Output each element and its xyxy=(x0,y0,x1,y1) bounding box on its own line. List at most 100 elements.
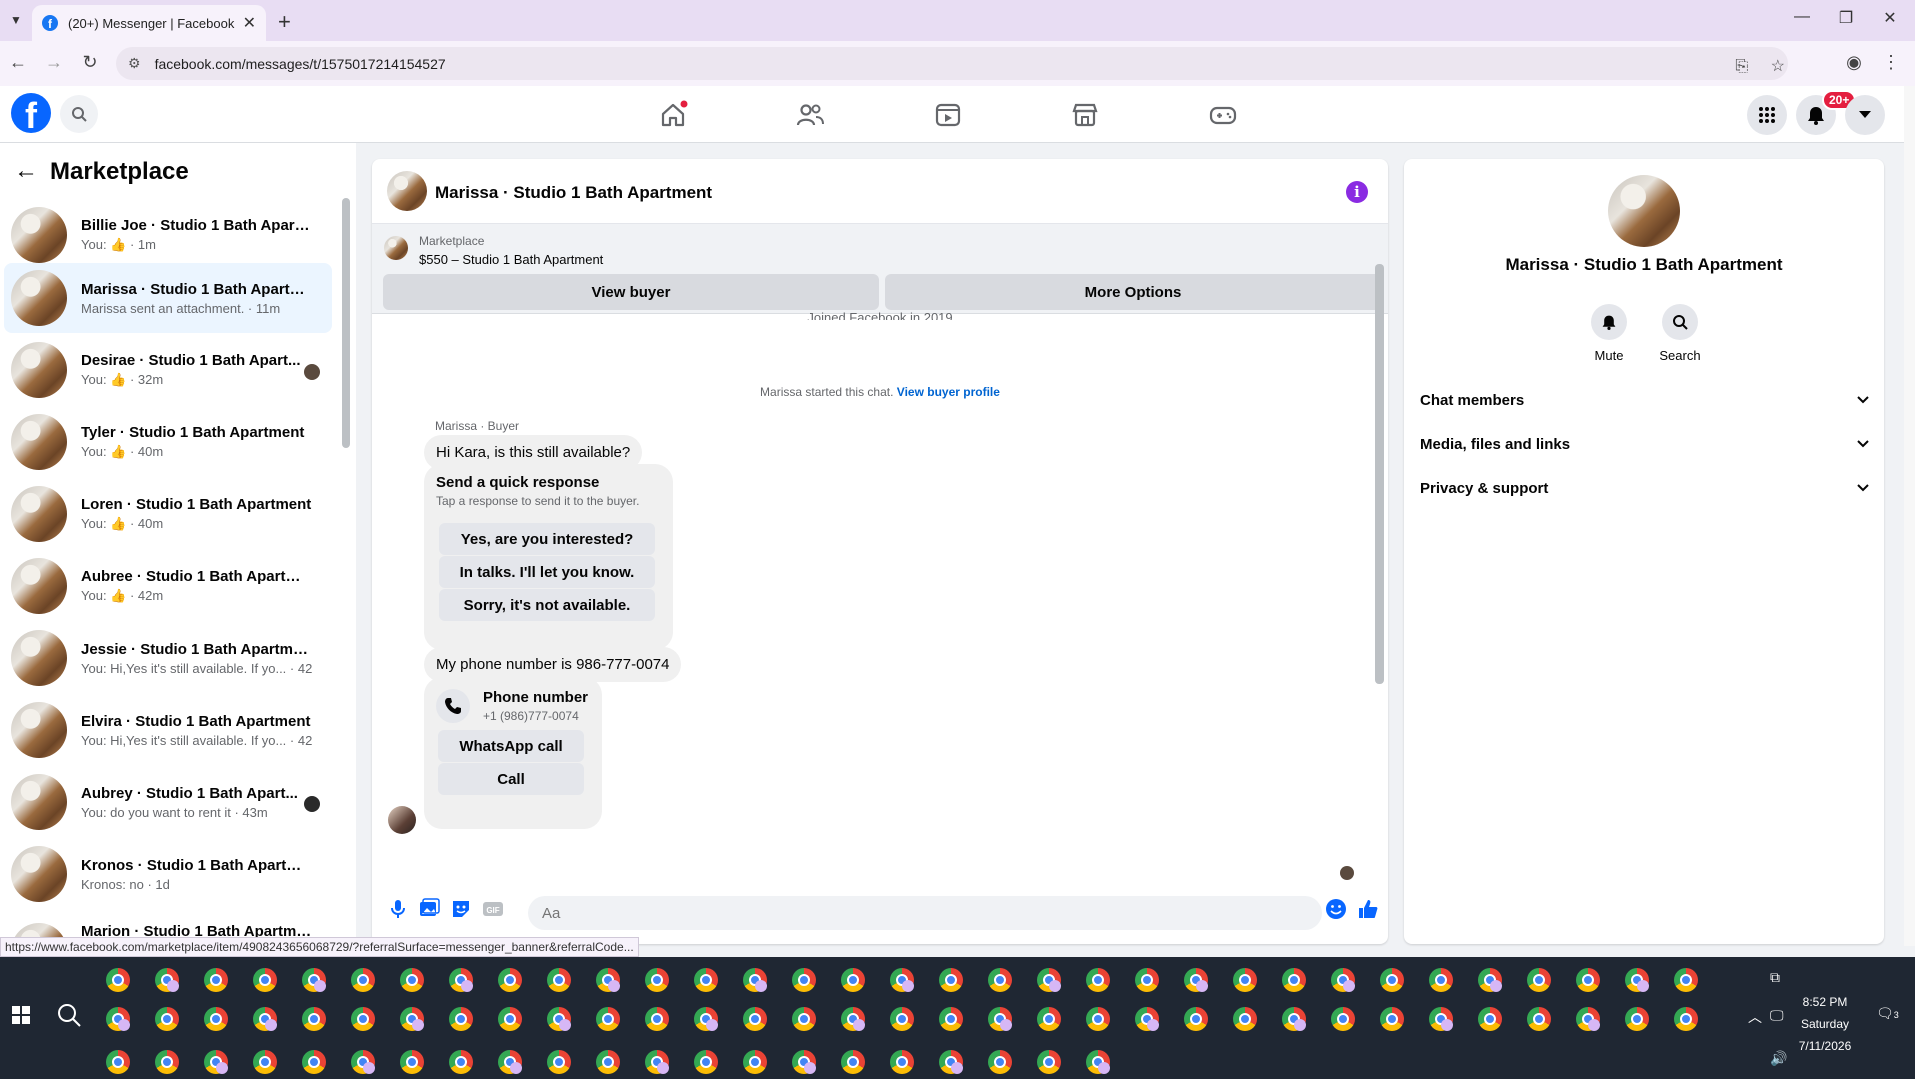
conversation-item-active[interactable]: Marissa · Studio 1 Bath Apartment Marissa… xyxy=(4,263,332,333)
taskbar-browser-icon[interactable] xyxy=(155,968,179,992)
taskbar-browser-icon[interactable] xyxy=(1527,1007,1551,1031)
taskbar-browser-icon[interactable] xyxy=(890,968,914,992)
info-icon[interactable]: i xyxy=(1346,181,1368,203)
banner-listing[interactable]: $550 – Studio 1 Bath Apartment xyxy=(419,252,603,267)
taskbar-browser-icon[interactable] xyxy=(253,1050,277,1074)
taskbar-browser-icon[interactable] xyxy=(1086,1007,1110,1031)
taskbar-browser-icon[interactable] xyxy=(1037,1050,1061,1074)
taskbar-browser-icon[interactable] xyxy=(106,968,130,992)
taskbar-browser-icon[interactable] xyxy=(302,1050,326,1074)
whatsapp-call-button[interactable]: WhatsApp call xyxy=(438,730,584,762)
call-button[interactable]: Call xyxy=(438,763,584,795)
gif-icon[interactable]: GIF xyxy=(482,898,504,920)
taskbar-browser-icon[interactable] xyxy=(400,1007,424,1031)
taskbar-browser-icon[interactable] xyxy=(743,1007,767,1031)
taskbar-browser-icon[interactable] xyxy=(1331,968,1355,992)
taskbar-browser-icon[interactable] xyxy=(547,1050,571,1074)
taskbar-browser-icon[interactable] xyxy=(1674,968,1698,992)
chat-avatar[interactable] xyxy=(387,171,427,211)
conversation-item[interactable]: Tyler · Studio 1 Bath Apartment You: 👍 · … xyxy=(4,407,332,477)
taskbar-browser-icon[interactable] xyxy=(302,968,326,992)
profile-icon[interactable]: ◉ xyxy=(1843,52,1865,73)
taskbar-browser-icon[interactable] xyxy=(351,1007,375,1031)
notification-center-icon[interactable]: 🗨3 xyxy=(1876,1005,1899,1022)
conversation-item[interactable]: Aubrey · Studio 1 Bath Apart... You: do y… xyxy=(4,767,332,837)
sticker-icon[interactable] xyxy=(450,898,472,920)
tray-chevron-icon[interactable]: ︿ xyxy=(1748,1007,1762,1027)
taskbar-browser-icon[interactable] xyxy=(449,968,473,992)
message-input[interactable] xyxy=(528,896,1322,930)
page-scrollbar[interactable] xyxy=(1904,86,1915,946)
taskbar-browser-icon[interactable] xyxy=(890,1050,914,1074)
search-conversation-button[interactable]: Search xyxy=(1645,304,1715,363)
taskbar-browser-icon[interactable] xyxy=(1331,1007,1355,1031)
taskbar-browser-icon[interactable] xyxy=(351,968,375,992)
tray-clock[interactable]: 8:52 PM Saturday 7/11/2026 xyxy=(1780,991,1870,1057)
taskbar-browser-icon[interactable] xyxy=(1037,1007,1061,1031)
taskbar-browser-icon[interactable] xyxy=(547,1007,571,1031)
taskbar-browser-icon[interactable] xyxy=(1135,968,1159,992)
taskbar-browser-icon[interactable] xyxy=(498,1050,522,1074)
taskbar-browser-icon[interactable] xyxy=(743,1050,767,1074)
home-tab[interactable] xyxy=(658,100,688,130)
taskbar-browser-icon[interactable] xyxy=(939,1007,963,1031)
windows-start-icon[interactable] xyxy=(12,1006,30,1024)
more-options-button[interactable]: More Options xyxy=(885,274,1381,310)
privacy-support-section[interactable]: Privacy & support xyxy=(1420,470,1870,506)
taskbar-browser-icon[interactable] xyxy=(155,1007,179,1031)
install-app-icon[interactable]: ⎘ xyxy=(1735,58,1748,75)
gaming-tab[interactable] xyxy=(1208,100,1238,130)
conversation-item[interactable]: Aubree · Studio 1 Bath Apartment You: 👍 ·… xyxy=(4,551,332,621)
video-tab[interactable] xyxy=(933,100,963,130)
taskbar-browser-icon[interactable] xyxy=(351,1050,375,1074)
view-buyer-button[interactable]: View buyer xyxy=(383,274,879,310)
taskbar-browser-icon[interactable] xyxy=(204,968,228,992)
taskbar-browser-icon[interactable] xyxy=(596,968,620,992)
conversation-item[interactable]: Jessie · Studio 1 Bath Apartment You: Hi,… xyxy=(4,623,332,693)
taskbar-browser-icon[interactable] xyxy=(988,1007,1012,1031)
taskbar-browser-icon[interactable] xyxy=(449,1007,473,1031)
taskbar-browser-icon[interactable] xyxy=(253,968,277,992)
media-files-section[interactable]: Media, files and links xyxy=(1420,426,1870,462)
taskbar-browser-icon[interactable] xyxy=(841,1007,865,1031)
taskbar-browser-icon[interactable] xyxy=(498,968,522,992)
conversation-item[interactable]: Elvira · Studio 1 Bath Apartment You: Hi,… xyxy=(4,695,332,765)
taskbar-browser-icon[interactable] xyxy=(1282,1007,1306,1031)
profile-photo[interactable] xyxy=(1608,175,1680,247)
taskbar-browser-icon[interactable] xyxy=(1674,1007,1698,1031)
facebook-logo[interactable]: f xyxy=(11,93,51,133)
taskbar-browser-icon[interactable] xyxy=(890,1007,914,1031)
friends-tab[interactable] xyxy=(795,100,825,130)
menu-button[interactable] xyxy=(1747,95,1787,135)
taskbar-browser-icon[interactable] xyxy=(792,1050,816,1074)
conversation-item[interactable]: Billie Joe · Studio 1 Bath Apartm... You:… xyxy=(4,200,332,270)
taskbar-browser-icon[interactable] xyxy=(449,1050,473,1074)
taskbar-browser-icon[interactable] xyxy=(939,968,963,992)
taskbar-browser-icon[interactable] xyxy=(547,968,571,992)
site-info-icon[interactable]: ⚙ xyxy=(128,55,141,72)
taskbar-browser-icon[interactable] xyxy=(841,968,865,992)
chat-title[interactable]: Marissa · Studio 1 Bath Apartment xyxy=(435,183,712,203)
conversation-item[interactable]: Desirae · Studio 1 Bath Apart... You: 👍 ·… xyxy=(4,335,332,405)
taskbar-browser-icon[interactable] xyxy=(1086,968,1110,992)
taskbar-browser-icon[interactable] xyxy=(400,1050,424,1074)
taskbar-browser-icon[interactable] xyxy=(302,1007,326,1031)
taskbar-browser-icon[interactable] xyxy=(645,968,669,992)
taskbar-browser-icon[interactable] xyxy=(253,1007,277,1031)
restore-button[interactable]: ❐ xyxy=(1832,8,1860,28)
quick-response-button[interactable]: Yes, are you interested? xyxy=(439,523,655,555)
back-arrow-icon[interactable]: ← xyxy=(14,157,38,185)
new-tab-button[interactable]: + xyxy=(278,9,291,35)
taskbar-browser-icon[interactable] xyxy=(1282,968,1306,992)
taskbar-browser-icon[interactable] xyxy=(498,1007,522,1031)
search-button[interactable] xyxy=(60,95,98,133)
taskbar-browser-icon[interactable] xyxy=(596,1050,620,1074)
taskbar-browser-icon[interactable] xyxy=(694,1050,718,1074)
tab-close-icon[interactable]: ✕ xyxy=(243,13,256,33)
bookmark-star-icon[interactable]: ☆ xyxy=(1771,58,1785,75)
conversation-item[interactable]: Kronos · Studio 1 Bath Apartment Kronos: … xyxy=(4,839,332,909)
reload-button[interactable]: ↻ xyxy=(79,52,101,73)
taskbar-browser-icon[interactable] xyxy=(155,1050,179,1074)
photo-icon[interactable] xyxy=(418,898,440,920)
quick-response-button[interactable]: In talks. I'll let you know. xyxy=(439,556,655,588)
